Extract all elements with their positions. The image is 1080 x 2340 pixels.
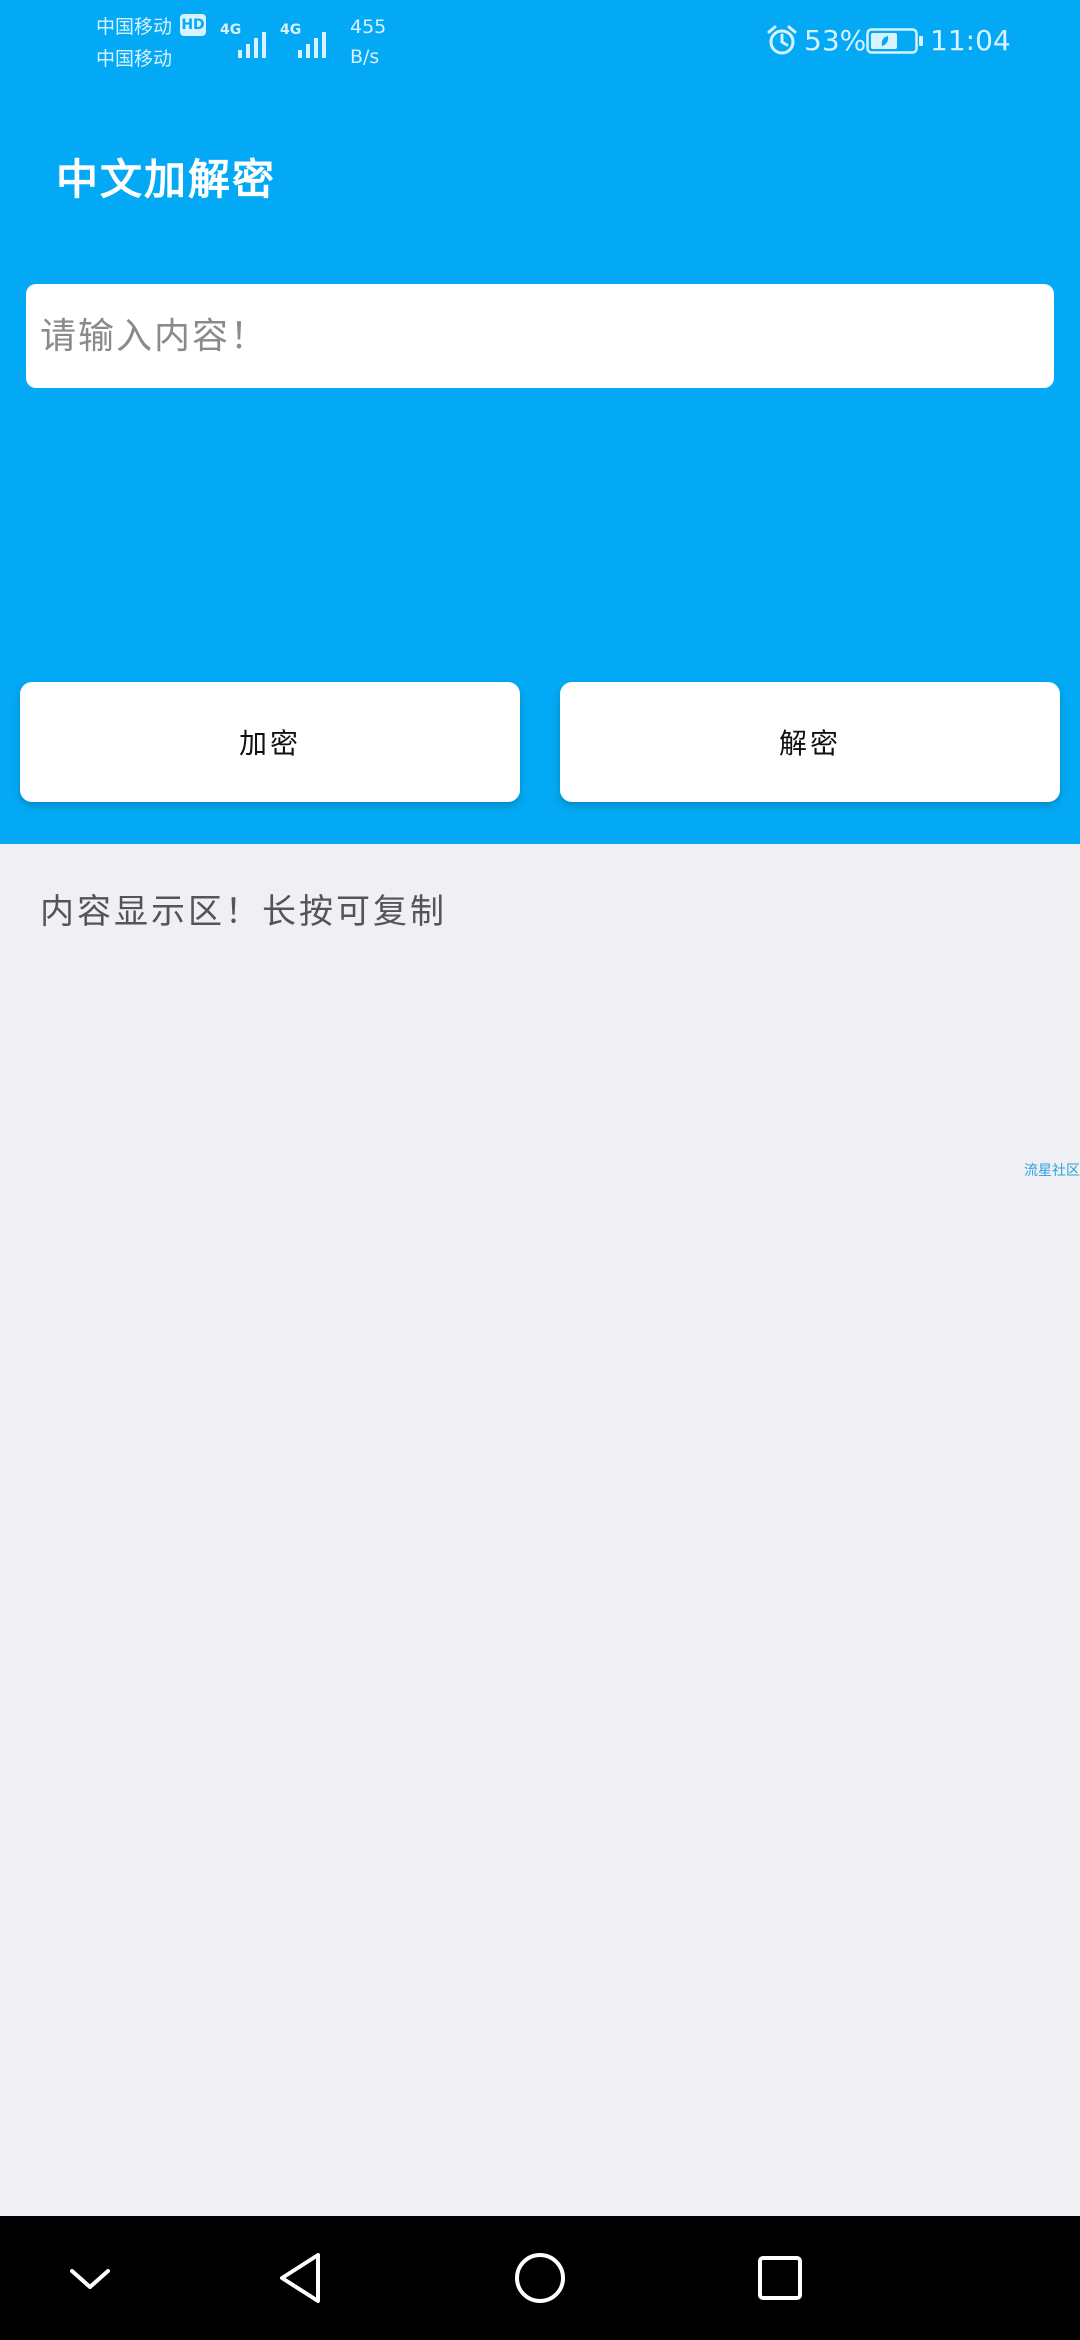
nav-collapse-button[interactable]	[30, 2216, 150, 2340]
nav-home-button[interactable]	[480, 2216, 600, 2340]
app-screen: 中国移动 HD 中国移动 4G 4G 455 B/s 53% 11:04 中文加…	[0, 0, 1080, 2340]
watermark-label: 流星社区	[1024, 1163, 1080, 1179]
decrypt-button[interactable]: 解密	[560, 682, 1060, 802]
content-input[interactable]	[38, 314, 1042, 358]
recent-apps-icon	[758, 2256, 802, 2300]
encrypt-button[interactable]: 加密	[20, 682, 520, 802]
content-input-container[interactable]	[26, 284, 1054, 388]
header-area: 中国移动 HD 中国移动 4G 4G 455 B/s 53% 11:04 中文加…	[0, 0, 1080, 844]
network-speed-value: 455	[350, 16, 387, 38]
status-clock: 11:04	[930, 24, 1011, 57]
battery-icon	[866, 28, 923, 54]
page-title: 中文加解密	[56, 155, 277, 204]
signal-icon: 4G	[280, 22, 334, 58]
carrier-2-label: 中国移动	[96, 48, 173, 70]
nav-recent-apps-button[interactable]	[720, 2216, 840, 2340]
home-icon	[515, 2253, 565, 2303]
battery-percent: 53%	[804, 24, 867, 57]
carrier-1-label: 中国移动	[96, 16, 173, 38]
network-speed-unit: B/s	[350, 46, 380, 68]
hd-badge: HD	[180, 14, 206, 36]
alarm-icon	[767, 25, 797, 55]
system-nav-bar	[0, 2216, 1080, 2340]
status-bar: 中国移动 HD 中国移动 4G 4G 455 B/s 53% 11:04	[0, 0, 1080, 80]
nav-back-button[interactable]	[240, 2216, 360, 2340]
result-display-text[interactable]: 内容显示区！长按可复制	[40, 884, 447, 933]
signal-icon: 4G	[220, 22, 274, 58]
chevron-down-icon	[70, 2269, 110, 2289]
back-icon	[280, 2253, 320, 2303]
